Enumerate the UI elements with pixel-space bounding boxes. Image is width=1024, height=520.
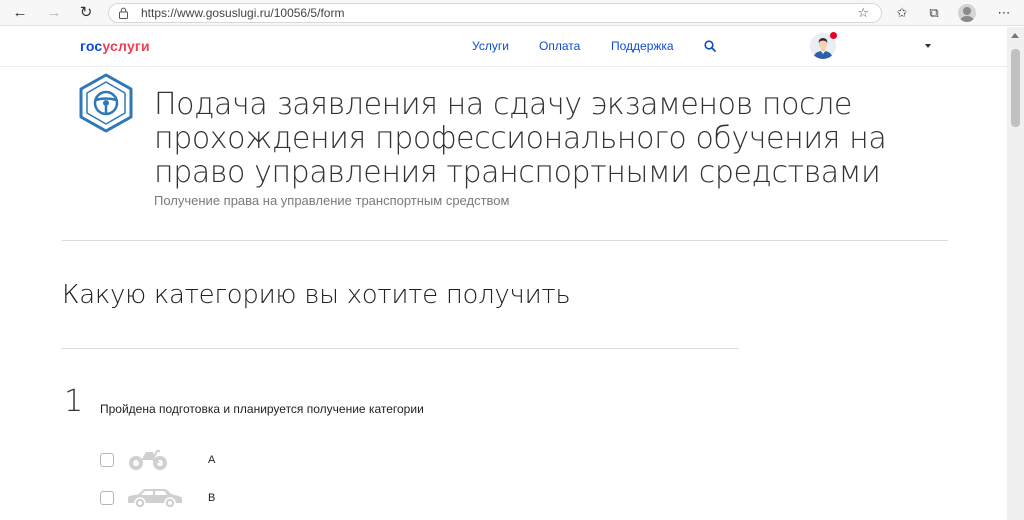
nav-payment-link[interactable]: Оплата: [539, 39, 580, 53]
reload-icon[interactable]: ↻: [76, 3, 96, 23]
step-label: Пройдена подготовка и планируется получе…: [100, 402, 424, 416]
browser-toolbar: ← → ↻ https://www.gosuslugi.ru/10056/5/f…: [0, 0, 1024, 26]
car-icon: [128, 489, 182, 509]
user-menu-chevron-down-icon[interactable]: [925, 44, 931, 48]
favorites-list-icon[interactable]: ✩: [892, 3, 912, 23]
category-b-checkbox[interactable]: [100, 491, 114, 505]
question-divider: [62, 348, 738, 349]
scroll-up-arrow-icon[interactable]: [1011, 33, 1019, 38]
section-divider: [62, 240, 948, 241]
category-a-checkbox[interactable]: [100, 453, 114, 467]
address-url: https://www.gosuslugi.ru/10056/5/form: [141, 6, 345, 20]
notification-dot: [830, 32, 837, 39]
browser-profile-icon[interactable]: [958, 4, 976, 22]
step-number: 1: [64, 384, 84, 419]
browser-menu-icon[interactable]: ⋯: [994, 3, 1014, 23]
service-subtitle: Получение права на управление транспортн…: [154, 193, 510, 208]
forward-arrow-icon[interactable]: →: [44, 3, 64, 23]
category-a-label: A: [208, 454, 216, 466]
service-title: Подача заявления на сдачу экзаменов посл…: [154, 87, 887, 190]
steering-wheel-icon: [79, 73, 133, 133]
category-b-label: B: [208, 492, 216, 504]
lock-icon: [119, 7, 128, 19]
page-scrollbar[interactable]: [1007, 27, 1024, 520]
site-header: госуслуги Услуги Оплата Поддержка: [0, 27, 1007, 67]
back-arrow-icon[interactable]: ←: [10, 3, 30, 23]
collections-icon[interactable]: ⧉: [924, 3, 944, 23]
question-title: Какую категорию вы хотите получить: [62, 280, 571, 310]
gosuslugi-logo[interactable]: госуслуги: [80, 38, 150, 54]
nav-support-link[interactable]: Поддержка: [611, 39, 674, 53]
nav-services-link[interactable]: Услуги: [472, 39, 509, 53]
scroll-thumb[interactable]: [1011, 49, 1020, 127]
search-icon[interactable]: [704, 40, 716, 52]
motorcycle-icon: [129, 450, 167, 470]
address-bar[interactable]: https://www.gosuslugi.ru/10056/5/form ☆: [108, 3, 882, 23]
favorite-star-icon[interactable]: ☆: [857, 4, 869, 22]
